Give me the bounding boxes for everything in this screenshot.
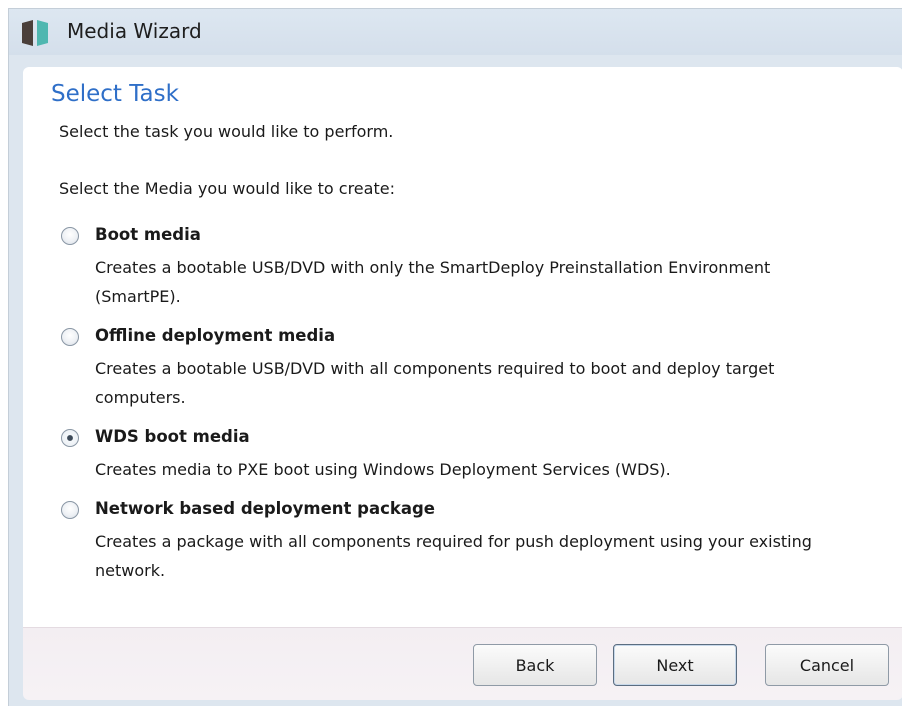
radio-wds-boot-media[interactable] xyxy=(61,429,79,447)
next-button[interactable]: Next xyxy=(613,644,737,686)
media-prompt: Select the Media you would like to creat… xyxy=(59,179,395,198)
media-wizard-window: Media Wizard Select Task Select the task… xyxy=(8,8,902,706)
radio-boot-media[interactable] xyxy=(61,227,79,245)
option-label: Offline deployment media xyxy=(95,326,336,345)
option-description: Creates a package with all components re… xyxy=(95,532,812,580)
page-subtitle: Select the task you would like to perfor… xyxy=(59,122,394,141)
button-bar: Back Next Cancel xyxy=(23,627,902,700)
smartdeploy-logo-icon xyxy=(22,20,48,46)
option-label: WDS boot media xyxy=(95,427,250,446)
wizard-panel: Select Task Select the task you would li… xyxy=(23,67,902,700)
cancel-button[interactable]: Cancel xyxy=(765,644,889,686)
back-button[interactable]: Back xyxy=(473,644,597,686)
page-title: Select Task xyxy=(51,81,179,107)
option-label: Network based deployment package xyxy=(95,499,435,518)
option-label: Boot media xyxy=(95,225,201,244)
radio-offline-deployment-media[interactable] xyxy=(61,328,79,346)
option-description: Creates a bootable USB/DVD with only the… xyxy=(95,258,771,306)
window-title: Media Wizard xyxy=(67,19,202,43)
wizard-content: Select Task Select the task you would li… xyxy=(23,67,902,627)
radio-network-deployment-package[interactable] xyxy=(61,501,79,519)
option-description: Creates a bootable USB/DVD with all comp… xyxy=(95,359,775,407)
title-bar[interactable]: Media Wizard xyxy=(9,9,902,55)
option-description: Creates media to PXE boot using Windows … xyxy=(95,460,671,479)
